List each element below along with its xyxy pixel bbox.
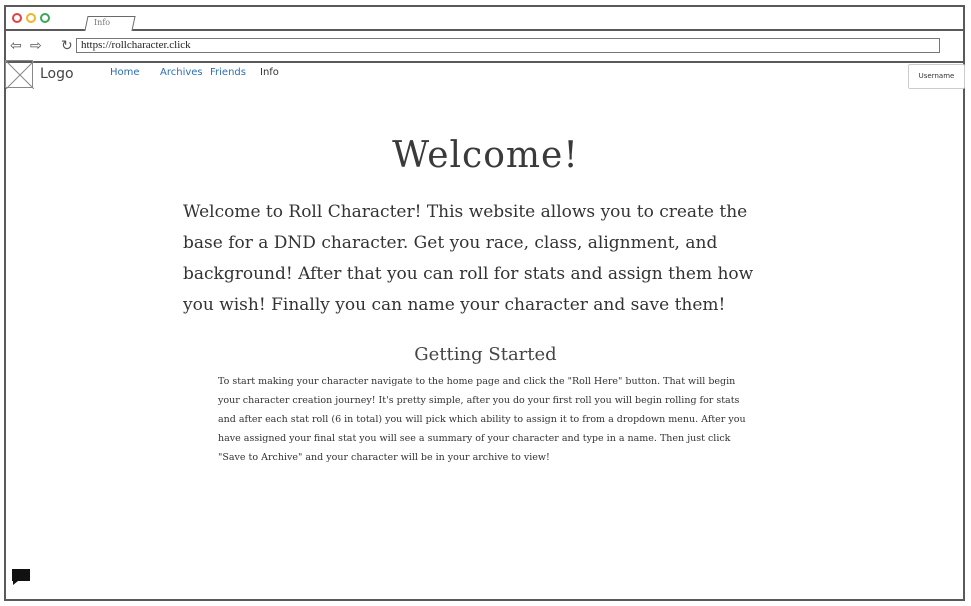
- intro-paragraph: Welcome to Roll Character! This website …: [183, 202, 754, 315]
- title-bar: Info: [6, 7, 963, 31]
- arrow-right-icon[interactable]: ⇨: [30, 39, 46, 53]
- tab-title: Info: [94, 18, 111, 27]
- nav-link-archives[interactable]: Archives: [160, 67, 203, 78]
- getting-started-text: To start making your character navigate …: [218, 376, 746, 463]
- nav-link-friends[interactable]: Friends: [210, 67, 246, 78]
- nav-link-info[interactable]: Info: [260, 67, 279, 78]
- logo-text[interactable]: Logo: [40, 66, 74, 82]
- close-window-icon[interactable]: [12, 13, 22, 23]
- address-bar: ⇦ ⇨ ↻ https://rollcharacter.click: [6, 31, 963, 63]
- arrow-left-icon[interactable]: ⇦: [10, 39, 26, 53]
- nav-link-home[interactable]: Home: [110, 67, 140, 78]
- minimize-window-icon[interactable]: [26, 13, 36, 23]
- username-button[interactable]: Username: [908, 64, 965, 89]
- maximize-window-icon[interactable]: [40, 13, 50, 23]
- reload-icon[interactable]: ↻: [61, 39, 75, 53]
- page-title: Welcome!: [392, 135, 579, 176]
- section-title: Getting Started: [414, 344, 557, 365]
- url-input[interactable]: https://rollcharacter.click: [76, 38, 940, 53]
- chat-bubble-icon[interactable]: [10, 568, 32, 586]
- logo-image: [5, 60, 34, 89]
